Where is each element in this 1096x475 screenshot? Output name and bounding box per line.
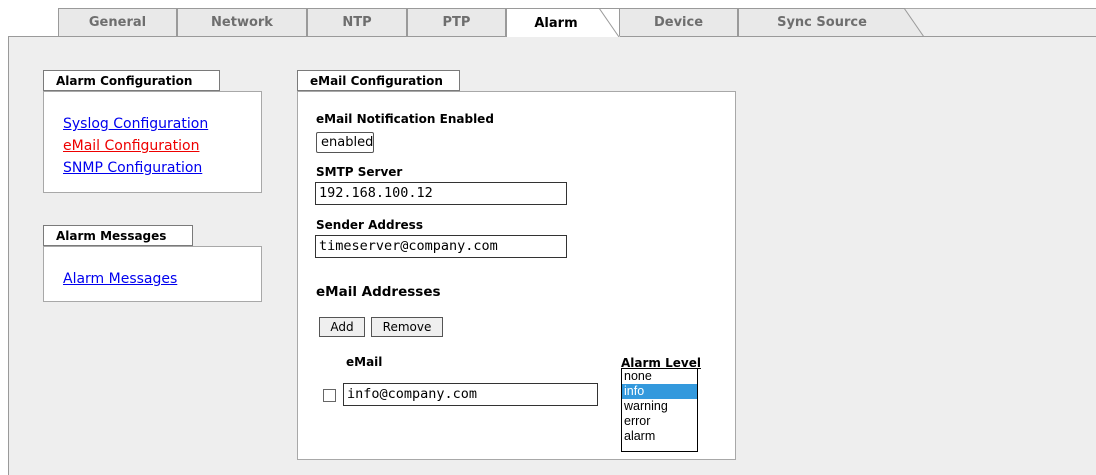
tab-ptp[interactable]: PTP [407, 8, 506, 36]
smtp-server-input[interactable]: 192.168.100.12 [315, 182, 567, 205]
email-notification-select[interactable]: enabled [316, 132, 374, 153]
tab-slant [599, 8, 620, 37]
tab-label: Network [211, 15, 273, 30]
sender-address-input[interactable]: timeserver@company.com [315, 235, 567, 258]
snmp-configuration-link[interactable]: SNMP Configuration [63, 160, 202, 176]
tab-network[interactable]: Network [177, 8, 307, 36]
alarm-messages-link[interactable]: Alarm Messages [63, 271, 177, 287]
email-row-checkbox[interactable] [323, 389, 336, 402]
tab-label: General [88, 15, 147, 30]
tab-label: PTP [442, 15, 471, 30]
alarm-level-option[interactable]: none [622, 369, 697, 384]
alarm-level-option-selected[interactable]: info [622, 384, 697, 399]
sender-address-label: Sender Address [316, 218, 423, 232]
email-notification-label: eMail Notification Enabled [316, 112, 494, 126]
tab-slant [904, 8, 925, 37]
panel-title: eMail Configuration [310, 73, 443, 88]
tab-general[interactable]: General [58, 8, 177, 36]
tab-device[interactable]: Device [619, 8, 738, 36]
tab-alarm[interactable]: Alarm [506, 8, 620, 37]
smtp-server-label: SMTP Server [316, 165, 403, 179]
add-button[interactable]: Add [319, 317, 365, 337]
tab-label: Sync Source [777, 15, 867, 30]
tab-label: NTP [342, 15, 372, 30]
syslog-configuration-link[interactable]: Syslog Configuration [63, 116, 208, 132]
tab-label: Device [653, 15, 704, 30]
select-value: enabled [321, 135, 374, 150]
tab-sync-source[interactable]: Sync Source [738, 8, 925, 37]
main-content: Alarm Configuration Syslog Configuration… [8, 36, 1096, 475]
tab-bar: General Network NTP PTP Device Sync Sour… [0, 0, 1096, 37]
email-configuration-tab: eMail Configuration [297, 70, 460, 91]
alarm-messages-tab: Alarm Messages [43, 225, 193, 246]
tab-strip-filler [905, 8, 1096, 36]
email-configuration-link[interactable]: eMail Configuration [63, 138, 199, 154]
alarm-level-option[interactable]: alarm [622, 429, 697, 444]
email-row-input[interactable]: info@company.com [343, 383, 598, 406]
alarm-level-listbox[interactable]: none info warning error alarm [621, 368, 698, 452]
email-column-header: eMail [346, 355, 383, 369]
alarm-configuration-tab: Alarm Configuration [43, 70, 220, 91]
tab-label: Alarm [534, 15, 578, 31]
alarm-level-option[interactable]: error [622, 414, 697, 429]
panel-title: Alarm Messages [56, 228, 167, 243]
email-addresses-heading: eMail Addresses [316, 284, 441, 300]
alarm-level-option[interactable]: warning [622, 399, 697, 414]
tab-ntp[interactable]: NTP [307, 8, 407, 36]
panel-title: Alarm Configuration [56, 73, 193, 88]
remove-button[interactable]: Remove [371, 317, 443, 337]
